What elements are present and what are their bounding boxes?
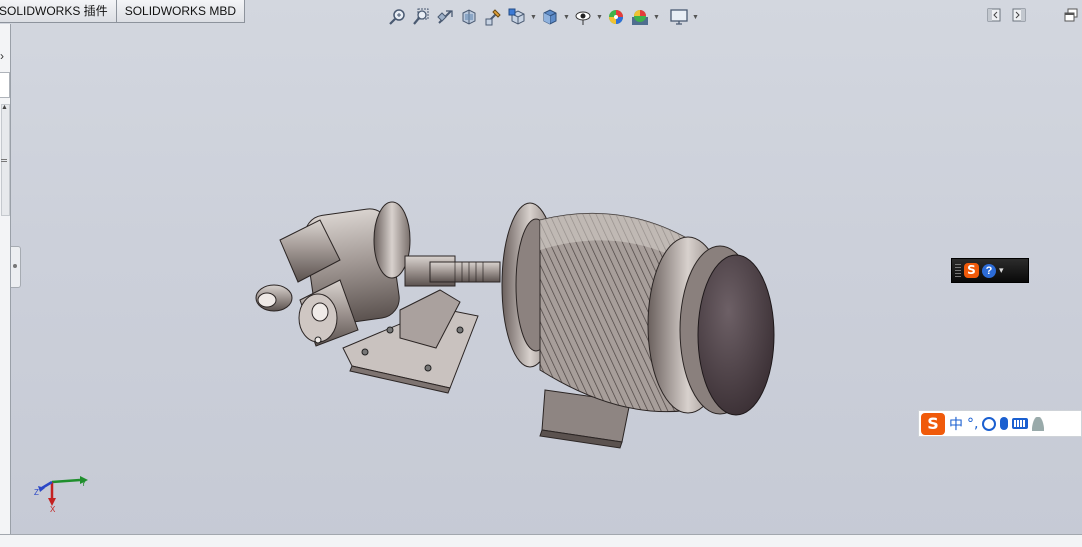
dynamic-annotation-icon[interactable] — [481, 5, 505, 29]
punctuation-toggle[interactable]: °, — [967, 416, 978, 432]
display-style-icon[interactable] — [538, 5, 562, 29]
sogou-logo-icon[interactable]: S — [921, 412, 945, 435]
graphics-area-model[interactable] — [240, 190, 800, 450]
ime-grip-icon[interactable] — [955, 263, 961, 278]
restore-right-icon[interactable] — [1012, 8, 1026, 22]
apply-scene-icon[interactable] — [628, 5, 652, 29]
maximize-icon[interactable] — [1064, 8, 1078, 22]
tab-solidworks-addins[interactable]: SOLIDWORKS 插件 — [0, 0, 117, 23]
motor-fan-cover — [647, 236, 775, 416]
scroll-grip-icon — [1, 159, 7, 162]
help-icon[interactable]: ? — [982, 263, 996, 278]
feature-manager-panel: › ▲ — [0, 24, 11, 535]
user-icon[interactable] — [1032, 416, 1045, 431]
tab-solidworks-mbd[interactable]: SOLIDWORKS MBD — [116, 0, 246, 23]
emoji-icon[interactable] — [982, 416, 997, 431]
ime-mini-toolbar[interactable]: S ? ▾ — [951, 258, 1029, 283]
sogou-logo-icon[interactable]: S — [964, 263, 979, 278]
gear-pump-body — [255, 201, 411, 347]
edit-appearance-icon[interactable] — [604, 5, 628, 29]
section-view-icon[interactable] — [457, 5, 481, 29]
display-style-dropdown-icon[interactable]: ▼ — [562, 5, 571, 29]
status-bar — [0, 534, 1082, 547]
view-settings-icon[interactable] — [667, 5, 691, 29]
view-orientation-icon[interactable] — [505, 5, 529, 29]
chevron-down-icon[interactable]: ▾ — [999, 265, 1004, 276]
chinese-mode-toggle[interactable]: 中 — [949, 414, 963, 434]
zoom-to-area-icon[interactable] — [409, 5, 433, 29]
restore-left-icon[interactable] — [987, 8, 1001, 22]
triad-y-label: Y — [81, 479, 87, 488]
hide-show-items-icon[interactable] — [571, 5, 595, 29]
expand-chevron-icon[interactable]: › — [0, 50, 4, 62]
filter-field[interactable] — [0, 72, 10, 98]
command-manager-tabs: SOLIDWORKS 插件 SOLIDWORKS MBD — [0, 0, 246, 24]
coupling-shaft — [404, 255, 501, 287]
keyboard-icon[interactable] — [1012, 418, 1029, 429]
triad-z-label: Z — [34, 488, 39, 497]
view-orientation-dropdown-icon[interactable]: ▼ — [529, 5, 538, 29]
previous-view-icon[interactable] — [433, 5, 457, 29]
microphone-icon[interactable] — [1000, 417, 1009, 430]
ime-status-bar: S 中 °, — [918, 410, 1082, 437]
zoom-to-fit-icon[interactable] — [385, 5, 409, 29]
reference-triad: Y X Z — [34, 476, 88, 512]
view-settings-dropdown-icon[interactable]: ▼ — [691, 5, 700, 29]
triad-x-label: X — [50, 505, 56, 512]
hide-show-dropdown-icon[interactable]: ▼ — [595, 5, 604, 29]
panel-splitter-handle[interactable] — [11, 246, 21, 288]
scroll-up-icon[interactable]: ▲ — [1, 104, 8, 111]
apply-scene-dropdown-icon[interactable]: ▼ — [652, 5, 661, 29]
heads-up-view-toolbar: ▼ ▼ ▼ ▼ ▼ — [385, 4, 700, 30]
